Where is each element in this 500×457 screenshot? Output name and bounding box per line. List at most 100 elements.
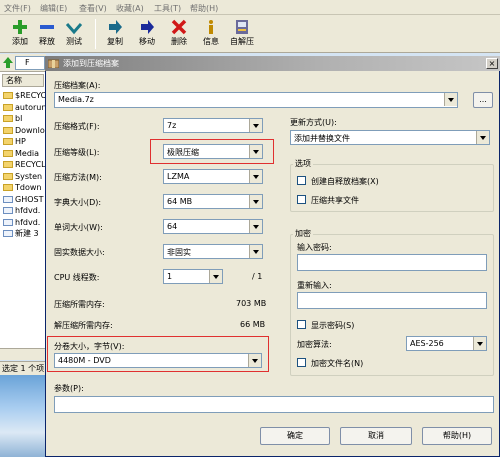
list-item[interactable]: Media: [3, 148, 46, 159]
word-combo[interactable]: 64: [163, 219, 263, 234]
file-list-header[interactable]: 名称: [2, 74, 44, 87]
method-combo[interactable]: LZMA: [163, 169, 263, 184]
chevron-down-icon[interactable]: [476, 131, 489, 144]
menu-help[interactable]: 帮助(H): [190, 3, 218, 14]
browse-button[interactable]: ...: [473, 92, 493, 108]
encrypt-names-label[interactable]: 加密文件名(N): [311, 358, 363, 369]
list-item[interactable]: $RECYC: [3, 90, 46, 101]
sfx-label: 自解压: [230, 37, 254, 46]
chevron-down-icon[interactable]: [444, 93, 457, 106]
add-icon: [13, 20, 27, 34]
chevron-down-icon[interactable]: [209, 270, 222, 283]
show-password-checkbox[interactable]: [297, 320, 306, 329]
list-item[interactable]: 新建 3: [3, 228, 46, 239]
password-label: 输入密码:: [297, 243, 332, 252]
chevron-down-icon[interactable]: [249, 195, 262, 208]
menu-view[interactable]: 查看(V): [79, 3, 107, 14]
list-item[interactable]: GHOST: [3, 194, 46, 205]
list-item-name: RECYCL: [15, 160, 46, 169]
dict-combo[interactable]: 64 MB: [163, 194, 263, 209]
list-item-name: Systen: [15, 171, 43, 181]
encrypt-names-checkbox[interactable]: [297, 358, 306, 367]
shared-checkbox-label[interactable]: 压缩共享文件: [311, 195, 359, 206]
folder-icon: [3, 92, 13, 99]
enc-method-combo[interactable]: AES-256: [406, 336, 487, 351]
menu-tools[interactable]: 工具(T): [154, 3, 181, 14]
sfx-checkbox-label[interactable]: 创建自释放档案(X): [311, 176, 379, 187]
chevron-down-icon[interactable]: [248, 354, 261, 367]
menu-file[interactable]: 文件(F): [4, 3, 31, 14]
archive-icon: [48, 59, 59, 68]
level-combo[interactable]: 极限压缩: [163, 144, 263, 159]
list-item[interactable]: HP: [3, 136, 46, 147]
word-label: 单词大小(W):: [54, 223, 103, 232]
dict-value: 64 MB: [167, 197, 193, 206]
delete-button[interactable]: 删除: [162, 17, 196, 51]
info-button[interactable]: 信息: [194, 17, 228, 51]
test-button[interactable]: 测试: [57, 17, 91, 51]
list-item-name: Media: [15, 148, 40, 158]
volume-combo[interactable]: 4480M - DVD: [54, 353, 262, 368]
shared-checkbox[interactable]: [297, 195, 306, 204]
list-item-name: bl: [15, 114, 23, 123]
list-item[interactable]: hfdvd.: [3, 205, 46, 216]
up-folder-icon[interactable]: [3, 57, 13, 68]
address-input[interactable]: F: [15, 56, 45, 70]
menu-edit[interactable]: 编辑(E): [40, 3, 67, 14]
method-value: LZMA: [167, 172, 190, 181]
list-item[interactable]: Downlo: [3, 125, 46, 136]
archive-label: 压缩档案(A):: [54, 81, 101, 90]
extract-icon: [40, 25, 54, 29]
list-item[interactable]: Tdown: [3, 182, 46, 193]
close-icon: ×: [488, 59, 496, 68]
file-icon: [3, 195, 13, 203]
address-bar: F: [0, 54, 46, 72]
list-item[interactable]: bl: [3, 113, 46, 124]
show-password-label[interactable]: 显示密码(S): [311, 320, 354, 331]
word-value: 64: [167, 222, 178, 231]
dialog-title-text: 添加到压缩档案: [63, 59, 119, 68]
ok-button[interactable]: 确定: [260, 427, 330, 445]
chevron-down-icon[interactable]: [249, 145, 262, 158]
chevron-down-icon[interactable]: [249, 170, 262, 183]
cancel-button[interactable]: 取消: [340, 427, 412, 445]
solid-combo[interactable]: 非固实: [163, 244, 263, 259]
desktop-background: [0, 375, 46, 457]
file-icon: [3, 207, 13, 214]
params-input[interactable]: [54, 396, 494, 413]
solid-label: 固实数据大小:: [54, 248, 105, 257]
move-button[interactable]: 移动: [130, 17, 164, 51]
chevron-down-icon[interactable]: [473, 337, 486, 350]
cpu-combo[interactable]: 1: [163, 269, 223, 284]
update-combo[interactable]: 添加并替换文件: [290, 130, 490, 145]
sfx-checkbox[interactable]: [297, 176, 306, 185]
sfx-button[interactable]: 自解压: [225, 17, 259, 51]
volume-label: 分卷大小，字节(V):: [54, 342, 125, 351]
archive-combo[interactable]: Media.7z: [54, 92, 458, 108]
menu-bar: 文件(F) 编辑(E) 查看(V) 收藏(A) 工具(T) 帮助(H): [0, 0, 500, 15]
status-bar: 选定 1 个项: [0, 361, 46, 375]
list-item[interactable]: Systen: [3, 171, 46, 182]
info-label: 信息: [203, 37, 219, 46]
copy-button[interactable]: 复制: [98, 17, 132, 51]
folder-icon: [3, 126, 13, 134]
folder-icon: [3, 172, 13, 180]
help-button[interactable]: 帮助(H): [422, 427, 492, 445]
close-button[interactable]: ×: [486, 58, 498, 69]
list-item[interactable]: RECYCL: [3, 159, 46, 170]
password-input[interactable]: [297, 254, 487, 271]
chevron-down-icon[interactable]: [249, 220, 262, 233]
list-item-name: autorun: [15, 102, 46, 112]
list-item[interactable]: autorun: [3, 102, 46, 113]
list-item-name: GHOST: [15, 194, 44, 204]
format-combo[interactable]: 7z: [163, 118, 263, 133]
horizontal-scrollbar[interactable]: [0, 348, 46, 360]
list-item[interactable]: hfdvd.: [3, 217, 46, 228]
menu-favorites[interactable]: 收藏(A): [116, 3, 144, 14]
chevron-down-icon[interactable]: [249, 245, 262, 258]
chevron-down-icon[interactable]: [249, 119, 262, 132]
list-item-name: Tdown: [15, 183, 42, 192]
mem-comp-label: 压缩所需内存:: [54, 300, 105, 309]
update-label: 更新方式(U):: [290, 118, 337, 127]
repassword-input[interactable]: [297, 292, 487, 309]
